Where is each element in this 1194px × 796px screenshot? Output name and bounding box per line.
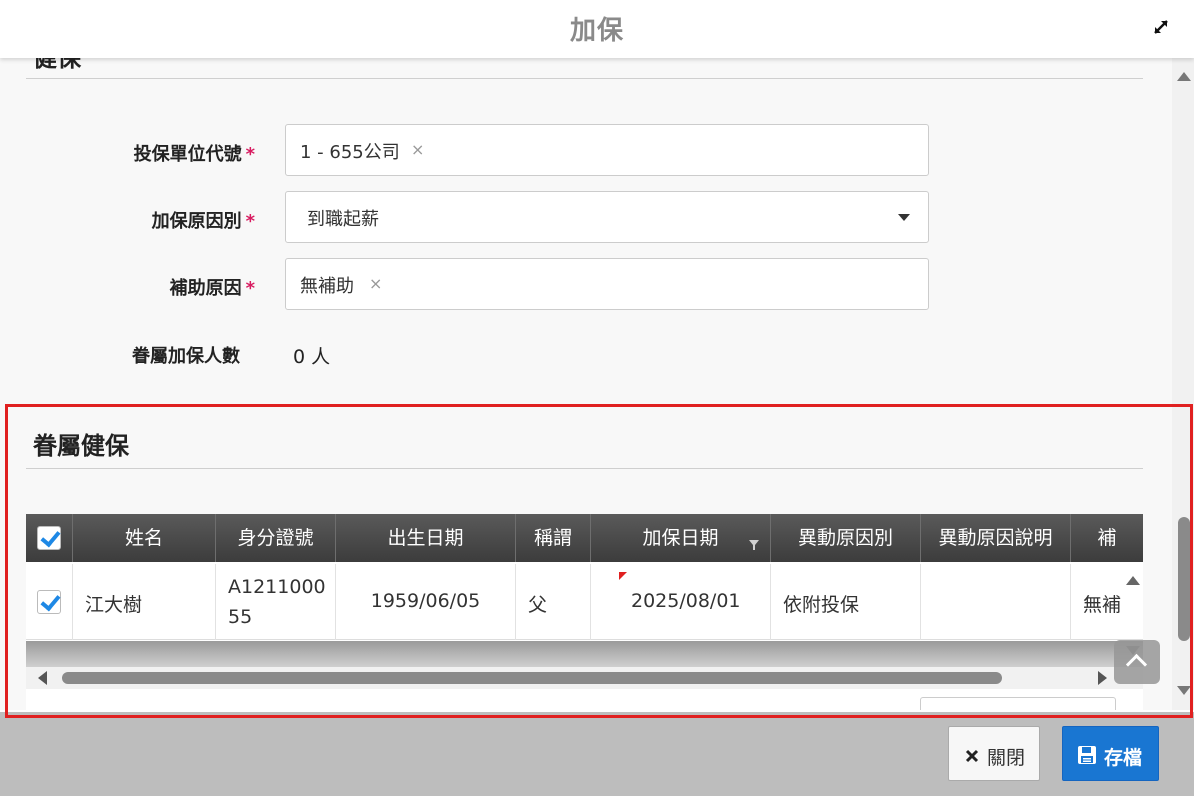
cell-title: 父 — [516, 564, 591, 640]
horizontal-scroll-thumb[interactable] — [62, 672, 1002, 684]
reason-label: 加保原因別 * — [55, 207, 255, 233]
dirty-marker-icon — [619, 572, 627, 580]
save-label: 存檔 — [1104, 748, 1143, 769]
vertical-scroll-thumb[interactable] — [1178, 517, 1190, 641]
close-label: 關閉 — [987, 748, 1026, 769]
save-icon — [1078, 746, 1096, 764]
table-row[interactable]: 江大樹 A1211000 55 1959/06/05 父 2025/08/01 … — [26, 564, 1143, 640]
save-button[interactable]: 存檔 — [1062, 726, 1159, 781]
dependents-count-label: 眷屬加保人數 — [132, 346, 240, 367]
cell-change-desc — [921, 564, 1071, 640]
select-all-cell — [26, 514, 73, 562]
column-header[interactable]: 出生日期 — [336, 514, 516, 562]
required-mark: * — [245, 211, 255, 232]
grid-footer — [26, 641, 1143, 667]
column-header-join-date[interactable]: 加保日期 — [591, 514, 771, 562]
dependents-grid: 姓名 身分證號 出生日期 稱謂 加保日期 異動原因別 異動原因說明 補 江大樹 … — [26, 514, 1143, 710]
id-line: 55 — [228, 606, 253, 628]
horizontal-scrollbar[interactable] — [26, 667, 1143, 689]
cell-name: 江大樹 — [73, 564, 216, 640]
reason-selected-value: 到職起薪 — [307, 209, 379, 230]
scroll-down-icon[interactable] — [1177, 686, 1191, 695]
close-icon — [965, 749, 979, 763]
chevron-down-icon[interactable] — [898, 214, 910, 221]
section-title: 眷屬健保 — [33, 432, 129, 460]
subsidy-label-text: 補助原因 — [169, 278, 242, 299]
previous-section-title: 健保 — [33, 58, 81, 72]
subsidy-field[interactable]: 無補助 × — [285, 258, 929, 310]
cell-birth: 1959/06/05 — [336, 564, 516, 640]
grid-header: 姓名 身分證號 出生日期 稱謂 加保日期 異動原因別 異動原因說明 補 — [26, 514, 1143, 562]
dialog-footer: 關閉 存檔 — [0, 712, 1194, 796]
column-header[interactable]: 姓名 — [73, 514, 216, 562]
cell-id: A1211000 55 — [216, 564, 336, 640]
row-checkbox[interactable] — [37, 590, 61, 614]
column-header-label: 加保日期 — [642, 527, 719, 549]
unit-label-text: 投保單位代號 — [133, 144, 242, 165]
grid-scroll-up-icon[interactable] — [1126, 576, 1140, 585]
cell-change-reason: 依附投保 — [771, 564, 921, 640]
required-mark: * — [245, 278, 255, 299]
unit-clear-icon[interactable]: × — [411, 140, 424, 159]
row-select-cell — [26, 564, 73, 640]
column-header[interactable]: 稱謂 — [516, 514, 591, 562]
close-button[interactable]: 關閉 — [948, 726, 1040, 781]
subsidy-tag: 無補助 — [300, 276, 354, 297]
column-header[interactable]: 異動原因說明 — [921, 514, 1071, 562]
scroll-left-icon[interactable] — [38, 671, 47, 685]
subsidy-clear-icon[interactable]: × — [369, 274, 382, 293]
back-to-top-button[interactable] — [1114, 640, 1160, 684]
reason-label-text: 加保原因別 — [151, 211, 242, 232]
scroll-right-icon[interactable] — [1098, 671, 1107, 685]
cell-join-date[interactable]: 2025/08/01 — [591, 564, 771, 640]
dialog-body[interactable]: 健保 投保單位代號 * 1 - 655公司 × 加保原因別 * 到職起薪 補助原因 *… — [0, 58, 1172, 710]
column-header[interactable]: 身分證號 — [216, 514, 336, 562]
unit-field[interactable]: 1 - 655公司 × — [285, 124, 929, 176]
divider — [26, 468, 1143, 469]
column-header[interactable]: 補 — [1071, 514, 1143, 562]
subsidy-label: 補助原因 * — [55, 274, 255, 300]
expand-icon[interactable] — [1150, 16, 1172, 38]
dependents-count-value: 0 人 — [293, 346, 331, 368]
select-all-checkbox[interactable] — [37, 526, 61, 550]
vertical-scrollbar[interactable] — [1172, 58, 1194, 710]
column-header[interactable]: 異動原因別 — [771, 514, 921, 562]
unit-tag: 1 - 655公司 — [300, 142, 400, 163]
id-line: A1211000 — [228, 576, 326, 598]
scroll-up-icon[interactable] — [1177, 72, 1191, 81]
filter-icon[interactable] — [748, 539, 760, 551]
pager-button[interactable] — [920, 697, 1116, 710]
join-date-value: 2025/08/01 — [631, 590, 741, 612]
reason-select[interactable]: 到職起薪 — [285, 191, 929, 243]
divider — [26, 78, 1143, 79]
dialog-header: 加保 — [0, 0, 1194, 58]
dialog-title: 加保 — [569, 16, 624, 46]
required-mark: * — [245, 144, 255, 165]
unit-label: 投保單位代號 * — [55, 140, 255, 166]
